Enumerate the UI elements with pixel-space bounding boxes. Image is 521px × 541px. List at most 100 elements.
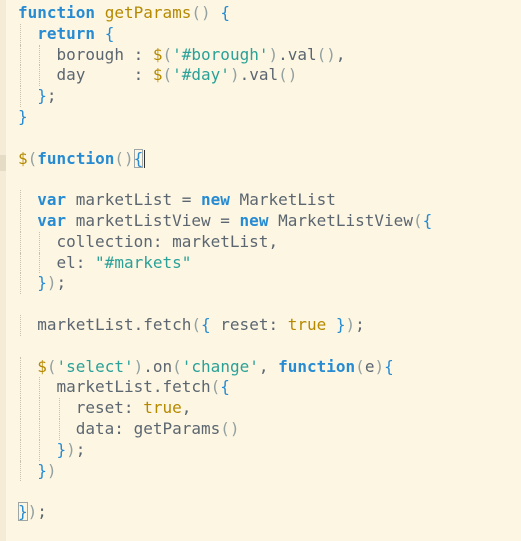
code-line[interactable]: }) bbox=[18, 460, 521, 482]
code-line[interactable] bbox=[18, 336, 521, 357]
code-token: function bbox=[278, 356, 356, 376]
code-line[interactable]: $(function(){ bbox=[18, 148, 521, 170]
code-token: $ bbox=[18, 148, 28, 168]
indent-guide bbox=[58, 398, 60, 419]
code-line[interactable]: }; bbox=[18, 86, 521, 107]
code-line[interactable]: }); bbox=[18, 439, 521, 461]
code-token: data: getParams bbox=[75, 418, 221, 438]
indent-guide bbox=[39, 439, 41, 461]
indent-guide bbox=[58, 418, 60, 440]
indent-guide bbox=[20, 460, 21, 482]
code-token: ; bbox=[75, 439, 86, 459]
code-token: ( bbox=[191, 314, 202, 334]
code-token: , bbox=[181, 398, 192, 418]
code-token: $ bbox=[152, 44, 163, 64]
code-token: val bbox=[249, 65, 279, 85]
code-token: ( bbox=[27, 148, 38, 168]
code-line[interactable] bbox=[18, 481, 521, 502]
code-line[interactable]: }); bbox=[18, 502, 521, 523]
code-token: ( bbox=[412, 210, 423, 230]
code-line[interactable]: el: "#markets" bbox=[18, 252, 521, 274]
code-token: marketList = bbox=[66, 190, 202, 210]
code-token: () bbox=[316, 44, 336, 64]
code-token: reset: bbox=[75, 398, 144, 418]
code-token: , bbox=[258, 356, 279, 376]
code-token: marketListView = bbox=[66, 210, 240, 230]
code-token: } bbox=[18, 502, 28, 522]
code-token: , bbox=[335, 44, 346, 64]
indent-guide bbox=[20, 377, 21, 399]
code-line[interactable]: return { bbox=[18, 23, 521, 45]
indent-guide bbox=[20, 273, 21, 295]
code-token: ( bbox=[162, 65, 173, 85]
code-token: ; bbox=[37, 502, 47, 522]
indent-guide bbox=[20, 418, 21, 440]
code-token: { bbox=[220, 377, 230, 397]
indent-guide bbox=[39, 398, 41, 419]
code-line[interactable]: function getParams() { bbox=[18, 3, 521, 24]
code-token: borough bbox=[56, 44, 124, 64]
code-line[interactable]: marketList.fetch({ reset: true }); bbox=[18, 314, 521, 336]
code-token: marketList.fetch bbox=[37, 314, 192, 334]
code-line[interactable]: day : $('#day').val() bbox=[18, 65, 521, 87]
code-area[interactable]: function getParams() {return {borough : … bbox=[18, 3, 521, 523]
code-token: day bbox=[56, 65, 86, 85]
code-token: function bbox=[18, 3, 96, 22]
code-token: ) bbox=[46, 273, 57, 293]
code-token: () bbox=[278, 65, 298, 85]
code-line[interactable]: $('select').on('change', function(e){ bbox=[18, 356, 521, 378]
indent-guide bbox=[20, 190, 21, 211]
code-token: collection: marketList, bbox=[56, 231, 279, 251]
code-token: } bbox=[37, 273, 47, 293]
indent-guide bbox=[20, 439, 21, 461]
indent-guide bbox=[39, 252, 41, 274]
code-token: new bbox=[201, 190, 230, 210]
code-editor[interactable]: function getParams() {return {borough : … bbox=[0, 0, 521, 541]
indent-guide bbox=[39, 44, 41, 66]
code-line[interactable]: } bbox=[18, 107, 521, 128]
indent-guide bbox=[20, 210, 21, 232]
code-token: } bbox=[37, 460, 47, 480]
code-token: $ bbox=[37, 356, 47, 376]
code-token: . bbox=[278, 44, 288, 64]
indent-guide bbox=[20, 356, 21, 378]
code-line[interactable]: collection: marketList, bbox=[18, 231, 521, 253]
code-line[interactable]: var marketList = new MarketList bbox=[18, 190, 521, 211]
editor-gutter[interactable] bbox=[0, 0, 6, 541]
code-token: e bbox=[364, 356, 375, 376]
indent-guide bbox=[39, 377, 41, 399]
code-token: true bbox=[143, 398, 182, 418]
code-token: return bbox=[37, 23, 96, 43]
text-caret bbox=[144, 150, 146, 169]
indent-guide bbox=[20, 23, 21, 45]
code-line[interactable] bbox=[18, 169, 521, 190]
code-line[interactable]: }); bbox=[18, 273, 521, 295]
code-token: } bbox=[335, 314, 346, 334]
code-line[interactable]: data: getParams() bbox=[18, 418, 521, 440]
code-token: : bbox=[85, 65, 153, 85]
code-token: ) bbox=[229, 65, 240, 85]
code-line[interactable]: var marketListView = new MarketListView(… bbox=[18, 210, 521, 232]
code-token: { bbox=[133, 148, 144, 168]
code-line[interactable]: reset: true, bbox=[18, 398, 521, 419]
indent-guide bbox=[20, 44, 21, 66]
code-token: 'select' bbox=[56, 356, 134, 376]
code-token: val bbox=[287, 44, 317, 64]
code-token: ) bbox=[374, 356, 385, 376]
code-line[interactable] bbox=[18, 294, 521, 315]
code-token: ; bbox=[46, 86, 57, 106]
code-token: () bbox=[220, 418, 240, 438]
code-line[interactable] bbox=[18, 128, 521, 149]
code-token: MarketList bbox=[229, 190, 336, 210]
code-token: reset: bbox=[210, 314, 288, 334]
code-token: } bbox=[56, 439, 67, 459]
code-token: ) bbox=[133, 356, 144, 376]
code-token: ( bbox=[210, 377, 221, 397]
code-line[interactable]: marketList.fetch({ bbox=[18, 377, 521, 399]
code-line[interactable]: borough : $('#borough').val(), bbox=[18, 44, 521, 66]
code-token: var bbox=[37, 210, 67, 230]
indent-guide bbox=[39, 231, 41, 253]
code-token: '#borough' bbox=[172, 44, 269, 64]
code-token: '#day' bbox=[172, 65, 230, 85]
